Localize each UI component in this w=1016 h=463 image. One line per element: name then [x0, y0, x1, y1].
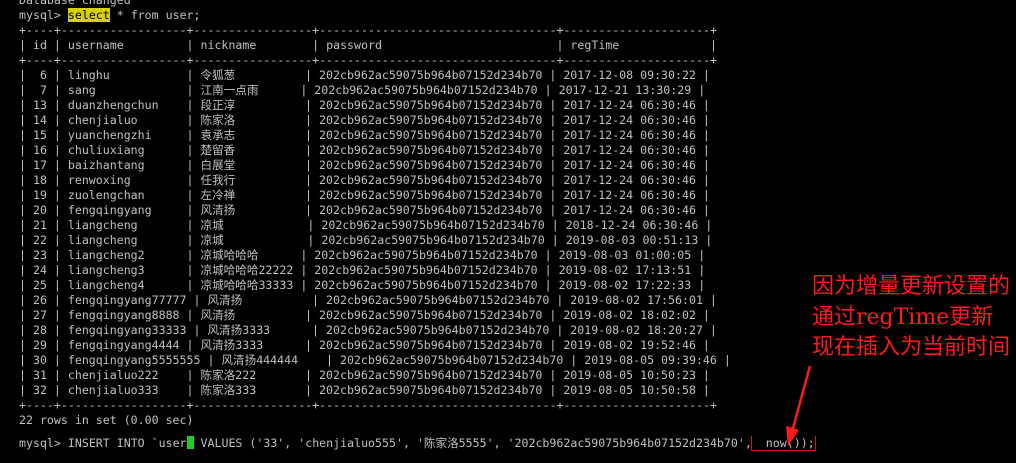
table-row: | 31 | chenjialuo222 | 陈家洛222 | 202cb962… [19, 368, 710, 382]
blank-gap [19, 428, 1016, 436]
prompt: mysql> [19, 436, 68, 450]
select-keyword-highlight: select [67, 8, 110, 22]
table-border-mid: +----+------------------+---------------… [19, 53, 718, 67]
table-row: | 16 | chuliuxiang | 楚留香 | 202cb962ac590… [19, 143, 710, 157]
table-row: | 19 | zuolengchan | 左冷禅 | 202cb962ac590… [19, 188, 710, 202]
table-border-top: +----+------------------+---------------… [19, 23, 718, 37]
table-row: | 7 | sang | 江南一点雨 | 202cb962ac59075b964… [19, 83, 706, 97]
table-row: | 21 | liangcheng | 凉城 | 202cb962ac59075… [19, 218, 713, 232]
table-row: | 20 | fengqingyang | 风清扬 | 202cb962ac59… [19, 203, 710, 217]
table-row: | 23 | liangcheng2 | 凉城哈哈哈 | 202cb962ac5… [19, 248, 706, 262]
table-row: | 17 | baizhantang | 白展堂 | 202cb962ac590… [19, 158, 710, 172]
select-query-text: * from user; [109, 8, 201, 22]
annotation-note: 因为增量更新设置的通过regTime更新 现在插入为当前时间 [812, 274, 1011, 360]
table-row: | 13 | duanzhengchun | 段正淳 | 202cb962ac5… [19, 98, 710, 112]
table-border-bottom: +----+------------------+---------------… [19, 398, 718, 412]
table-row: | 14 | chenjialuo | 陈家洛 | 202cb962ac5907… [19, 113, 710, 127]
terminal-output: Database changed mysql> select * from us… [19, 0, 1016, 451]
database-changed-line: Database changed [19, 0, 131, 7]
select-command-line: mysql> select * from user; [19, 8, 1016, 23]
text-cursor [186, 436, 194, 449]
table-row: | 6 | linghu | 令狐葱 | 202cb962ac59075b964… [19, 68, 710, 82]
result-summary: 22 rows in set (0.00 sec) [19, 413, 194, 427]
insert-values-text: VALUES ('33', 'chenjialuo555', '陈家洛5555'… [193, 436, 752, 450]
table-header: | id | username | nickname | password | … [19, 38, 718, 52]
table-row: | 18 | renwoxing | 任我行 | 202cb962ac59075… [19, 173, 710, 187]
insert-text: INSERT INTO `user [67, 436, 187, 450]
now-function-highlight-box: now()); [750, 436, 816, 451]
prompt: mysql> [19, 8, 68, 22]
table-row: | 15 | yuanchengzhi | 袁承志 | 202cb962ac59… [19, 128, 710, 142]
insert-command-line[interactable]: mysql> INSERT INTO `user VALUES ('33', '… [19, 436, 1016, 451]
table-row: | 22 | liangcheng | 凉城 | 202cb962ac59075… [19, 233, 713, 247]
table-row: | 32 | chenjialuo333 | 陈家洛333 | 202cb962… [19, 383, 710, 397]
